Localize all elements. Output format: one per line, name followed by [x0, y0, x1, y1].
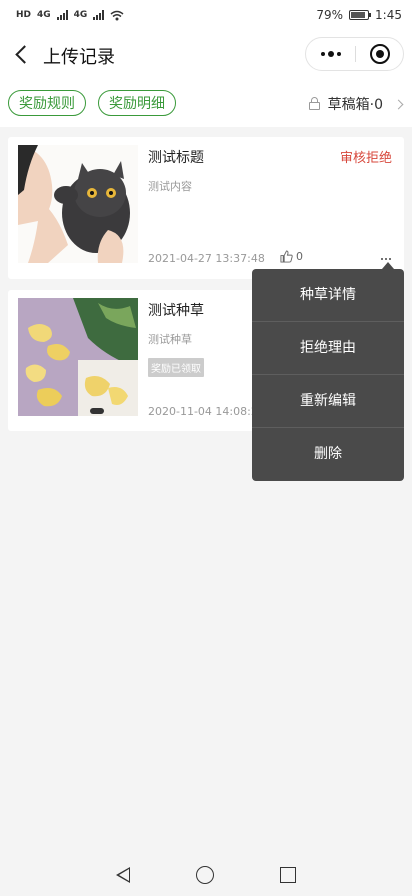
record-title: 测试标题: [148, 150, 204, 166]
reward-details-button[interactable]: 奖励明细: [98, 90, 176, 116]
status-bar: HD 4G 4G 79% 1:45: [0, 0, 412, 30]
record-content: 测试内容: [148, 180, 192, 193]
system-recents-icon[interactable]: [280, 867, 296, 883]
clock: 1:45: [375, 8, 402, 22]
signal-4g-label-2: 4G: [73, 10, 88, 20]
like-button[interactable]: 0: [280, 250, 303, 263]
signal-icon-2: [93, 10, 105, 20]
thumbs-up-icon: [280, 250, 293, 263]
reward-claimed-badge: 奖励已领取: [148, 358, 204, 377]
more-dots-icon[interactable]: [306, 38, 355, 70]
thumbnail-image: [18, 145, 138, 263]
system-home-icon[interactable]: [196, 866, 214, 884]
navigation-bar: 上传记录: [0, 30, 412, 80]
record-date: 2021-04-27 13:37:48: [148, 252, 265, 265]
status-left: HD 4G 4G: [16, 10, 124, 21]
menu-item-delete[interactable]: 删除: [252, 428, 404, 481]
record-date: 2020-11-04 14:08:23: [148, 405, 265, 418]
tabs-bar: 奖励规则 奖励明细 草稿箱·0: [0, 80, 412, 127]
back-arrow-icon[interactable]: [12, 43, 36, 67]
thumbnail-image: [18, 298, 138, 416]
lock-icon: [308, 96, 320, 110]
system-navigation-bar: [0, 854, 412, 896]
like-count: 0: [296, 250, 303, 263]
battery-percent: 79%: [316, 8, 344, 22]
signal-4g-label-1: 4G: [37, 10, 51, 20]
signal-icon: [56, 10, 68, 20]
drafts-label: 草稿箱·0: [327, 97, 383, 113]
record-content: 测试种草: [148, 333, 192, 346]
menu-item-reject-reason[interactable]: 拒绝理由: [252, 322, 404, 375]
drafts-link[interactable]: 草稿箱·0: [308, 94, 404, 114]
menu-arrow: [382, 262, 394, 269]
status-right: 79% 1:45: [316, 8, 402, 22]
status-badge: 审核拒绝: [339, 151, 392, 166]
wifi-icon: [110, 10, 124, 20]
hd-icon: HD: [16, 10, 32, 20]
close-circle-icon[interactable]: [370, 44, 390, 64]
more-options-icon[interactable]: [381, 258, 391, 260]
menu-item-details[interactable]: 种草详情: [252, 269, 404, 322]
chevron-right-icon: [393, 99, 404, 109]
miniprogram-capsule: [305, 37, 404, 71]
record-card[interactable]: 测试标题 审核拒绝 测试内容 2021-04-27 13:37:48 0: [8, 137, 404, 279]
menu-item-reedit[interactable]: 重新编辑: [252, 375, 404, 428]
capsule-divider: [355, 46, 356, 62]
more-options-menu: 种草详情 拒绝理由 重新编辑 删除: [252, 269, 404, 481]
battery-icon: [349, 10, 372, 20]
page-title: 上传记录: [43, 47, 115, 68]
record-title: 测试种草: [148, 303, 204, 319]
reward-rules-button[interactable]: 奖励规则: [8, 90, 86, 116]
system-back-icon[interactable]: [116, 867, 130, 883]
